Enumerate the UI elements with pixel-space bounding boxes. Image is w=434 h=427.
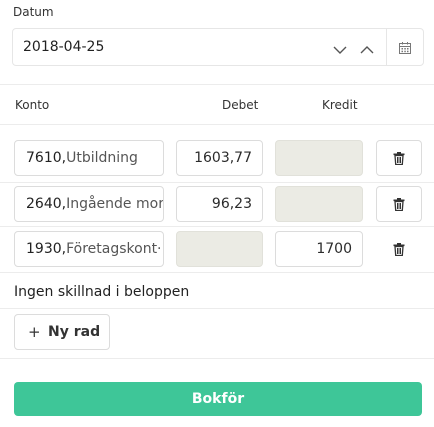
debet-field[interactable]: 1603,77 <box>176 140 263 176</box>
section-divider <box>0 84 434 85</box>
calendar-icon[interactable] <box>398 40 412 54</box>
kredit-field <box>275 186 363 222</box>
date-picker[interactable]: 2018-04-25 <box>12 28 424 66</box>
header-kredit: Kredit <box>322 98 358 112</box>
debet-field <box>176 231 263 267</box>
add-row-button[interactable]: + Ny rad <box>14 314 110 350</box>
chevron-down-icon[interactable] <box>333 41 347 54</box>
konto-field[interactable]: 2640,Ingående mor <box>14 186 164 222</box>
status-divider <box>0 308 434 309</box>
submit-button[interactable]: Bokför <box>14 382 422 416</box>
date-label: Datum <box>13 5 54 19</box>
delete-row-button[interactable] <box>376 231 422 267</box>
plus-icon: + <box>28 323 41 341</box>
delete-row-button[interactable] <box>376 186 422 222</box>
konto-name: Ingående mor <box>66 196 164 212</box>
trash-icon <box>393 243 405 256</box>
konto-name: Utbildning <box>66 150 138 166</box>
header-konto: Konto <box>15 98 50 112</box>
delete-row-button[interactable] <box>376 140 422 176</box>
add-row-label: Ny rad <box>48 324 101 340</box>
konto-field[interactable]: 7610,Utbildning <box>14 140 164 176</box>
chevron-up-icon[interactable] <box>360 41 374 54</box>
date-divider <box>386 29 387 65</box>
trash-icon <box>393 152 405 165</box>
debet-field[interactable]: 96,23 <box>176 186 263 222</box>
row-divider <box>0 272 434 273</box>
header-divider <box>0 124 434 125</box>
konto-field[interactable]: 1930,Företagskont· <box>14 231 164 267</box>
konto-number: 2640, <box>26 196 67 212</box>
footer-divider <box>0 358 434 359</box>
trash-icon <box>393 198 405 211</box>
balance-status: Ingen skillnad i beloppen <box>14 284 190 300</box>
date-value[interactable]: 2018-04-25 <box>23 39 104 55</box>
row-divider <box>0 182 434 183</box>
konto-number: 1930, <box>26 241 67 257</box>
kredit-field[interactable]: 1700 <box>275 231 363 267</box>
konto-name: Företagskont· <box>66 241 162 257</box>
kredit-field <box>275 140 363 176</box>
header-debet: Debet <box>222 98 259 112</box>
konto-number: 7610, <box>26 150 67 166</box>
row-divider <box>0 226 434 227</box>
